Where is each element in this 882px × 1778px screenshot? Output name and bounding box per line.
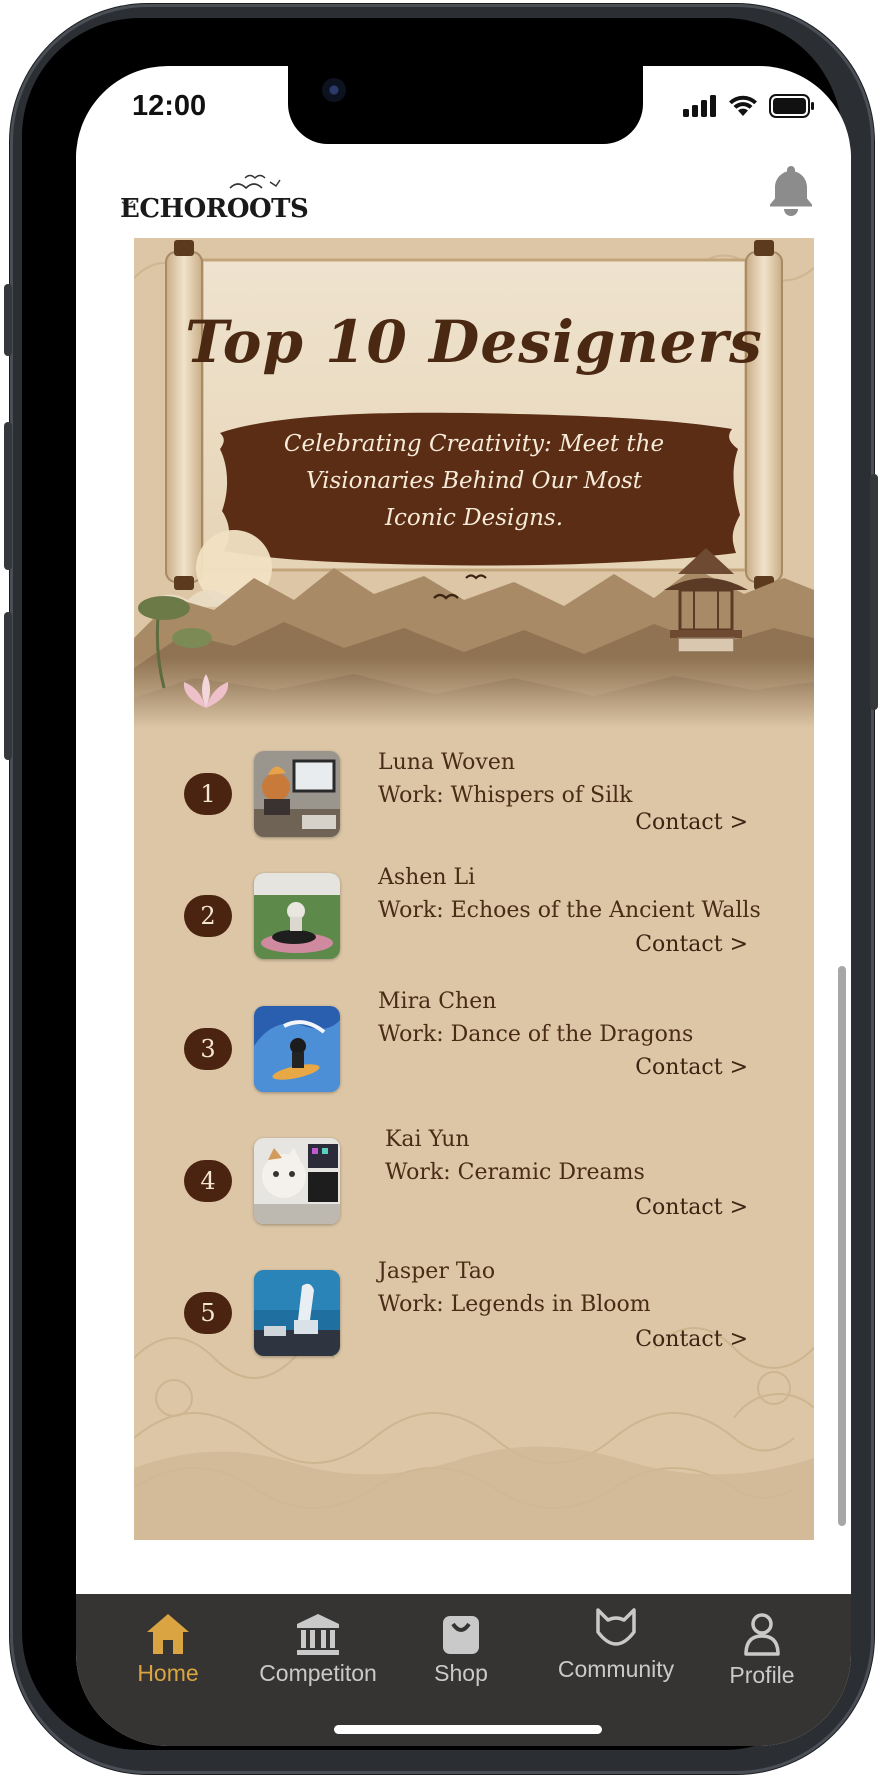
designer-row: 4 Kai Yun Work: Ceramic Dreams Contact > — [134, 1115, 814, 1227]
designer-at-computer-image — [254, 751, 340, 837]
person-icon — [744, 1613, 780, 1656]
museum-icon — [297, 1614, 339, 1655]
designers-card: Top 10 Designers Celebrating Creativity:… — [134, 238, 814, 1540]
home-indicator[interactable] — [334, 1725, 602, 1734]
designer-thumbnail[interactable] — [254, 1138, 340, 1224]
contact-link[interactable]: Contact > — [635, 1055, 748, 1080]
phone-bezel: 12:00 ECHOROOTS Top 10 Designers Celebra… — [22, 18, 851, 1750]
battery-icon — [769, 94, 814, 118]
contact-link[interactable]: Contact > — [635, 1195, 748, 1220]
rank-badge: 1 — [184, 773, 232, 815]
designer-work: Work: Whispers of Silk — [378, 783, 633, 808]
designer-thumbnail[interactable] — [254, 1006, 340, 1092]
home-icon — [147, 1614, 189, 1654]
designer-work: Work: Dance of the Dragons — [378, 1022, 694, 1047]
cat-dj-turntable-image — [254, 873, 340, 959]
status-time: 12:00 — [132, 90, 207, 122]
designer-name: Jasper Tao — [378, 1259, 496, 1284]
wifi-icon — [729, 95, 757, 116]
power-button — [870, 474, 878, 710]
screen: 12:00 ECHOROOTS Top 10 Designers Celebra… — [76, 66, 851, 1746]
scrollbar[interactable] — [838, 966, 846, 1526]
rank-badge: 5 — [184, 1292, 232, 1334]
notch — [288, 66, 643, 144]
contact-link[interactable]: Contact > — [635, 810, 748, 835]
designer-row: 5 Jasper Tao Work: Legends in Bloom Cont… — [134, 1247, 814, 1359]
nav-label: Profile — [729, 1662, 795, 1688]
nav-label: Shop — [434, 1660, 488, 1686]
designer-name: Kai Yun — [385, 1127, 470, 1152]
hero-banner: Top 10 Designers Celebrating Creativity:… — [134, 238, 814, 728]
cat-at-desk-image — [254, 1138, 340, 1224]
designer-work: Work: Legends in Bloom — [378, 1292, 651, 1317]
designer-work: Work: Echoes of the Ancient Walls — [378, 898, 761, 923]
logo[interactable]: ECHOROOTS — [120, 164, 309, 234]
status-bar: 12:00 — [76, 66, 851, 150]
volume-down-button — [4, 612, 12, 760]
cellular-signal-icon — [683, 95, 716, 117]
blue-room-figure-image — [254, 1270, 340, 1356]
cat-face-icon — [596, 1608, 636, 1646]
nav-shop[interactable]: Shop — [416, 1612, 506, 1687]
contact-link[interactable]: Contact > — [635, 1327, 748, 1352]
designer-name: Mira Chen — [378, 989, 497, 1014]
contact-link[interactable]: Contact > — [635, 932, 748, 957]
designer-row: 2 Ashen Li Work: Echoes of the Ancient W… — [134, 850, 814, 962]
nav-label: Home — [137, 1660, 199, 1686]
designer-name: Luna Woven — [378, 750, 516, 775]
designer-row: 3 Mira Chen Work: Dance of the Dragons C… — [134, 983, 814, 1095]
designer-name: Ashen Li — [378, 865, 476, 890]
cat-surfing-wave-image — [254, 1006, 340, 1092]
rank-badge: 4 — [184, 1160, 232, 1202]
rank-badge: 2 — [184, 895, 232, 937]
nav-home[interactable]: Home — [120, 1612, 216, 1687]
hero-title: Top 10 Designers — [185, 308, 763, 376]
nav-community[interactable]: Community — [546, 1606, 686, 1683]
shopping-bag-icon — [443, 1616, 479, 1654]
camera-icon — [322, 78, 346, 102]
designer-row: 1 Luna Woven Work: Whispers of Silk Cont… — [134, 728, 814, 840]
logo-text: ECHOROOTS — [120, 194, 309, 224]
nav-label: Community — [557, 1656, 675, 1682]
designer-thumbnail[interactable] — [254, 873, 340, 959]
status-icons — [683, 94, 815, 118]
rank-badge: 3 — [184, 1028, 232, 1070]
side-button — [4, 284, 12, 356]
notification-bell-icon[interactable] — [767, 164, 815, 216]
nav-competition[interactable]: Competiton — [228, 1612, 408, 1687]
designer-thumbnail[interactable] — [254, 751, 340, 837]
hero-subtitle: Celebrating Creativity: Meet the Visiona… — [283, 430, 665, 531]
volume-up-button — [4, 422, 12, 570]
designer-work: Work: Ceramic Dreams — [385, 1160, 645, 1185]
nav-profile[interactable]: Profile — [712, 1612, 812, 1689]
bottom-nav: Home Competiton Shop Community Profile — [76, 1594, 851, 1746]
designer-thumbnail[interactable] — [254, 1270, 340, 1356]
nav-label: Competiton — [259, 1660, 377, 1686]
hero-subtitle-banner: Celebrating Creativity: Meet the Visiona… — [222, 416, 726, 546]
